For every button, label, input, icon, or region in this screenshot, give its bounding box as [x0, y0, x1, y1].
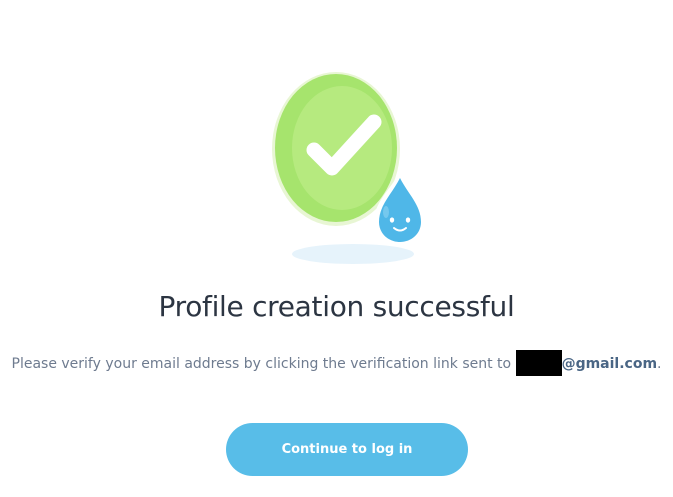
continue-to-login-button[interactable]: Continue to log in [226, 423, 468, 476]
verification-message-text: Please verify your email address by clic… [11, 356, 512, 372]
success-illustration [272, 72, 426, 246]
message-suffix: . [657, 356, 662, 372]
redacted-email-username [515, 350, 562, 376]
page-title: Profile creation successful [158, 290, 515, 323]
success-page: Profile creation successful Please verif… [0, 0, 673, 497]
verification-message: Please verify your email address by clic… [0, 350, 673, 376]
email-domain: @gmail.com [561, 356, 658, 372]
